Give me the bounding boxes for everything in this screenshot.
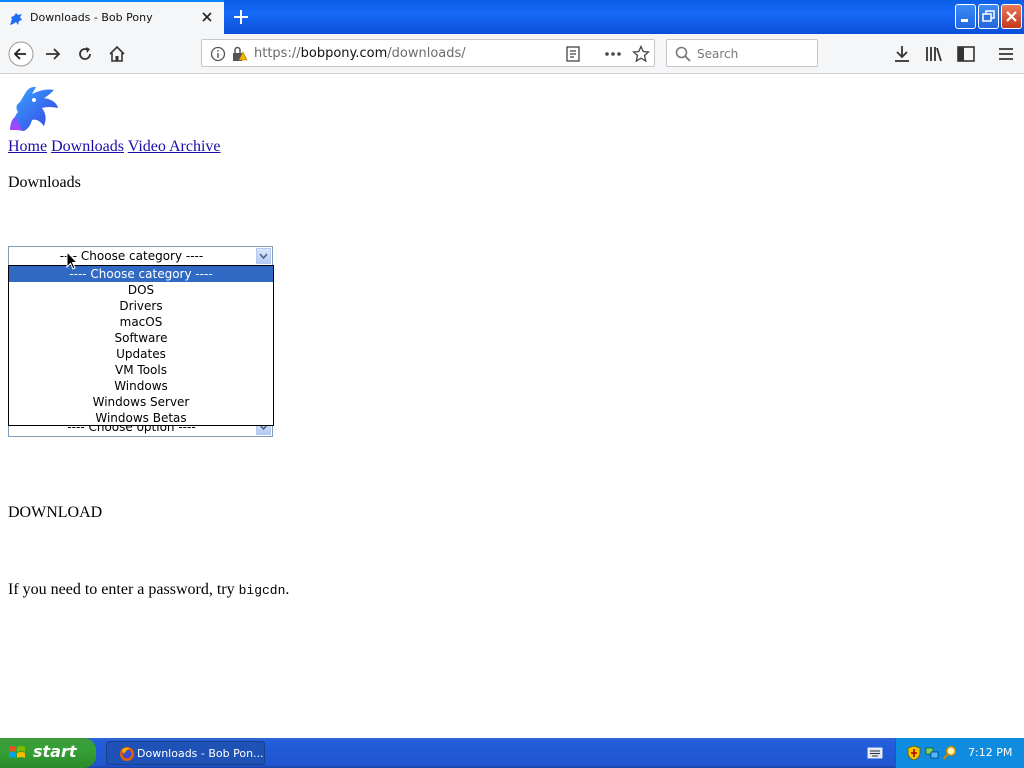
category-option[interactable]: Windows (9, 378, 273, 394)
pony-logo (10, 86, 58, 131)
downloads-icon[interactable] (892, 44, 912, 64)
library-icon[interactable] (924, 44, 944, 64)
search-bar[interactable]: Search (666, 39, 818, 67)
download-label: DOWNLOAD (8, 504, 103, 521)
category-option[interactable]: Windows Server (9, 394, 273, 410)
start-button[interactable]: start (0, 738, 96, 768)
category-option[interactable]: ---- Choose category ---- (9, 266, 273, 282)
insecure-lock-icon[interactable] (230, 45, 248, 63)
category-option[interactable]: macOS (9, 314, 273, 330)
security-shield-icon[interactable] (906, 745, 922, 761)
taskbar: start Downloads - Bob Pon... 7:12 PM (0, 738, 1024, 768)
taskbar-clock: 7:12 PM (968, 746, 1013, 759)
windows-logo-icon (9, 746, 25, 758)
close-icon (1006, 11, 1017, 22)
start-label: start (33, 742, 77, 761)
password-value: bigcdn (238, 583, 286, 598)
window-titlebar: Downloads - Bob Pony (0, 0, 1024, 34)
pony-icon (10, 13, 22, 25)
category-option[interactable]: Software (9, 330, 273, 346)
category-option[interactable]: Drivers (9, 298, 273, 314)
sidebar-icon[interactable] (956, 44, 976, 64)
minimize-icon (961, 19, 968, 22)
category-select-arrow[interactable] (256, 248, 271, 264)
new-tab-icon[interactable] (230, 6, 252, 28)
restore-button[interactable] (978, 4, 999, 29)
back-icon[interactable] (8, 41, 34, 67)
forward-icon[interactable] (43, 44, 63, 64)
network-icon[interactable] (924, 745, 940, 761)
home-icon[interactable] (107, 44, 127, 64)
password-hint-text: If you need to enter a password, try (8, 581, 239, 598)
url-text: https://bobpony.com/downloads/ (254, 46, 466, 61)
password-hint-suffix: . (285, 581, 290, 598)
bookmark-star-icon[interactable] (632, 45, 650, 63)
firefox-icon (120, 747, 134, 761)
reload-icon[interactable] (75, 44, 95, 64)
search-tray-icon[interactable] (942, 745, 958, 761)
category-option[interactable]: Updates (9, 346, 273, 362)
nav-link-downloads[interactable]: Downloads (51, 138, 124, 155)
page-heading: Downloads (8, 174, 81, 191)
category-dropdown-list: ---- Choose category ---- DOS Drivers ma… (8, 265, 274, 426)
search-icon (675, 46, 691, 62)
search-placeholder: Search (697, 47, 739, 61)
category-option[interactable]: Windows Betas (9, 410, 273, 425)
taskbar-item-label: Downloads - Bob Pon... (137, 747, 264, 760)
category-select[interactable]: ---- Choose category ---- (8, 246, 273, 266)
reader-view-icon[interactable] (566, 46, 580, 62)
close-tab-icon[interactable] (200, 10, 214, 24)
site-nav: Home Downloads Video Archive (8, 138, 221, 156)
taskbar-item-firefox[interactable]: Downloads - Bob Pon... (106, 741, 265, 765)
hamburger-menu-icon[interactable] (996, 44, 1016, 64)
category-option[interactable]: VM Tools (9, 362, 273, 378)
system-tray: 7:12 PM (895, 738, 1024, 768)
password-hint: If you need to enter a password, try big… (8, 581, 289, 599)
chevron-down-icon (259, 253, 268, 259)
close-window-button[interactable] (1001, 4, 1022, 29)
tab-downloads[interactable]: Downloads - Bob Pony (0, 0, 224, 34)
tab-title: Downloads - Bob Pony (30, 11, 153, 24)
category-option[interactable]: DOS (9, 282, 273, 298)
nav-link-video-archive[interactable]: Video Archive (128, 138, 221, 155)
info-icon[interactable] (210, 46, 226, 62)
category-select-value: ---- Choose category ---- (59, 249, 204, 263)
nav-link-home[interactable]: Home (8, 138, 47, 155)
restore-icon (982, 10, 995, 22)
url-bar[interactable]: https://bobpony.com/downloads/ (201, 39, 655, 67)
mouse-cursor-icon (66, 251, 78, 270)
minimize-button[interactable] (955, 4, 976, 29)
page-content: Home Downloads Video Archive Downloads -… (0, 74, 1024, 738)
page-actions-icon[interactable] (604, 51, 622, 57)
keyboard-icon[interactable] (867, 746, 883, 760)
nav-toolbar: https://bobpony.com/downloads/ Search (0, 34, 1024, 74)
